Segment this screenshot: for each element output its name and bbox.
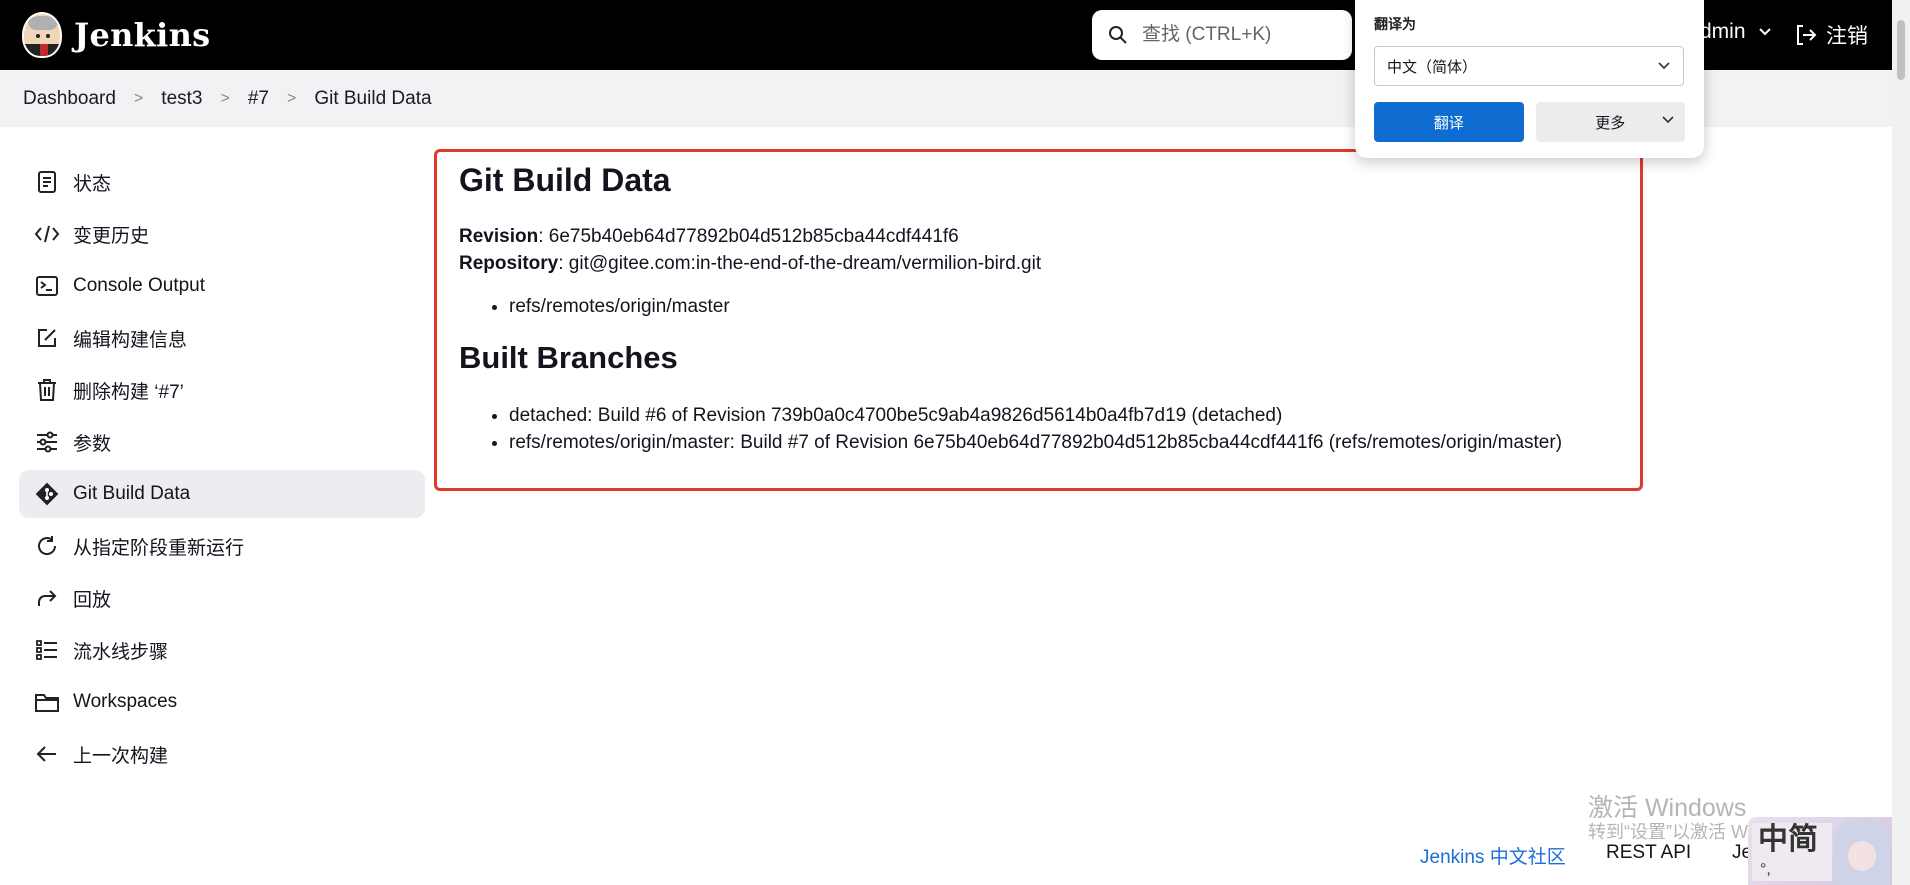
logout-icon <box>1797 25 1817 45</box>
chevron-down-icon <box>1662 116 1674 124</box>
footer-rest-api-link[interactable]: REST API <box>1606 842 1691 864</box>
git-build-data-panel: Git Build Data Revision: 6e75b40eb64d778… <box>434 149 1643 491</box>
sidebar-item-parameters[interactable]: 参数 <box>19 418 425 466</box>
list-icon <box>33 636 61 664</box>
sidebar-item-label: 编辑构建信息 <box>73 329 188 351</box>
sidebar-item-delete-build[interactable]: 删除构建 ‘#7’ <box>19 366 425 414</box>
trash-icon <box>33 376 61 404</box>
sliders-icon <box>33 428 61 456</box>
sidebar: 状态 变更历史 Console Output 编辑构建信息 删除构建 ‘#7’ … <box>19 158 425 782</box>
more-button-label: 更多 <box>1595 114 1626 132</box>
sidebar-item-console-output[interactable]: Console Output <box>19 262 425 310</box>
ime-avatar-icon <box>1834 819 1890 885</box>
chevron-right-icon: > <box>286 89 297 107</box>
ime-indicator[interactable]: 中简 °, <box>1748 817 1892 885</box>
built-branches-list: detached: Build #6 of Revision 739b0a0c4… <box>509 402 1618 456</box>
ime-punctuation: °, <box>1760 861 1771 878</box>
sidebar-item-label: 变更历史 <box>73 225 150 247</box>
jenkins-logo-link[interactable]: Jenkins <box>22 12 210 58</box>
folder-icon <box>33 688 61 716</box>
sidebar-item-label: 删除构建 ‘#7’ <box>73 381 184 403</box>
language-select[interactable]: 中文（简体） <box>1374 46 1684 86</box>
user-menu[interactable]: dmin <box>1700 20 1772 44</box>
terminal-icon <box>33 272 61 300</box>
sidebar-item-label: 从指定阶段重新运行 <box>73 537 245 559</box>
breadcrumb-job[interactable]: test3 <box>161 88 202 110</box>
sidebar-item-replay[interactable]: 回放 <box>19 574 425 622</box>
chevron-down-icon <box>1758 28 1771 36</box>
logout-label: 注销 <box>1826 25 1868 48</box>
sidebar-item-restart-from-stage[interactable]: 从指定阶段重新运行 <box>19 522 425 570</box>
logout-button[interactable]: 注销 <box>1794 20 1868 50</box>
sidebar-item-pipeline-steps[interactable]: 流水线步骤 <box>19 626 425 674</box>
restart-icon <box>33 532 61 560</box>
sidebar-item-label: Console Output <box>73 275 206 296</box>
language-select-value: 中文（简体） <box>1387 58 1478 76</box>
search-box[interactable] <box>1092 10 1352 60</box>
jenkins-butler-icon <box>22 12 62 58</box>
page-scrollbar[interactable] <box>1892 0 1910 885</box>
breadcrumb-dashboard[interactable]: Dashboard <box>23 88 116 110</box>
chevron-right-icon: > <box>133 89 144 107</box>
translate-popup-title: 翻译为 <box>1374 16 1416 32</box>
list-item: refs/remotes/origin/master <box>509 293 1618 320</box>
translate-popup: 翻译为 中文（简体） 翻译 更多 <box>1355 0 1704 158</box>
search-input[interactable] <box>1142 24 1332 46</box>
footer-community-link[interactable]: Jenkins 中文社区 <box>1420 842 1566 869</box>
repository-row: Repository: git@gitee.com:in-the-end-of-… <box>459 250 1618 277</box>
sidebar-item-label: 状态 <box>73 173 112 195</box>
refs-list: refs/remotes/origin/master <box>509 293 1618 320</box>
code-icon <box>33 220 61 248</box>
more-button[interactable]: 更多 <box>1535 102 1685 142</box>
breadcrumb-build[interactable]: #7 <box>248 88 269 110</box>
list-item: refs/remotes/origin/master: Build #7 of … <box>509 429 1618 456</box>
sidebar-item-label: 参数 <box>73 433 112 455</box>
page-title: Git Build Data <box>459 162 671 198</box>
arrow-left-icon <box>33 740 61 768</box>
list-item: detached: Build #6 of Revision 739b0a0c4… <box>509 402 1618 429</box>
sidebar-item-label: 上一次构建 <box>73 745 169 767</box>
chevron-down-icon <box>1658 62 1670 70</box>
translate-button[interactable]: 翻译 <box>1374 102 1524 142</box>
sidebar-item-label: Git Build Data <box>73 483 191 504</box>
user-name: dmin <box>1700 20 1746 43</box>
breadcrumb-current[interactable]: Git Build Data <box>314 88 431 110</box>
logo-text: Jenkins <box>74 16 211 54</box>
sidebar-item-label: Workspaces <box>73 691 178 712</box>
document-icon <box>33 168 61 196</box>
sidebar-item-status[interactable]: 状态 <box>19 158 425 206</box>
sidebar-item-edit-build-info[interactable]: 编辑构建信息 <box>19 314 425 362</box>
revision-value: : 6e75b40eb64d77892b04d512b85cba44cdf441… <box>538 226 959 247</box>
chevron-right-icon: > <box>220 89 230 107</box>
sidebar-item-label: 流水线步骤 <box>73 641 169 663</box>
revision-row: Revision: 6e75b40eb64d77892b04d512b85cba… <box>459 223 1618 250</box>
search-icon <box>1109 26 1127 44</box>
git-icon <box>33 480 61 508</box>
repository-label: Repository <box>459 253 559 274</box>
sidebar-item-label: 回放 <box>73 589 112 611</box>
sidebar-item-changes[interactable]: 变更历史 <box>19 210 425 258</box>
edit-icon <box>33 324 61 352</box>
built-branches-heading: Built Branches <box>459 340 678 375</box>
sidebar-item-previous-build[interactable]: 上一次构建 <box>19 730 425 778</box>
sidebar-item-git-build-data[interactable]: Git Build Data <box>19 470 425 518</box>
scrollbar-thumb[interactable] <box>1897 20 1905 80</box>
repository-value: : git@gitee.com:in-the-end-of-the-dream/… <box>558 253 1042 274</box>
revision-label: Revision <box>459 226 539 247</box>
replay-icon <box>33 584 61 612</box>
sidebar-item-workspaces[interactable]: Workspaces <box>19 678 425 726</box>
